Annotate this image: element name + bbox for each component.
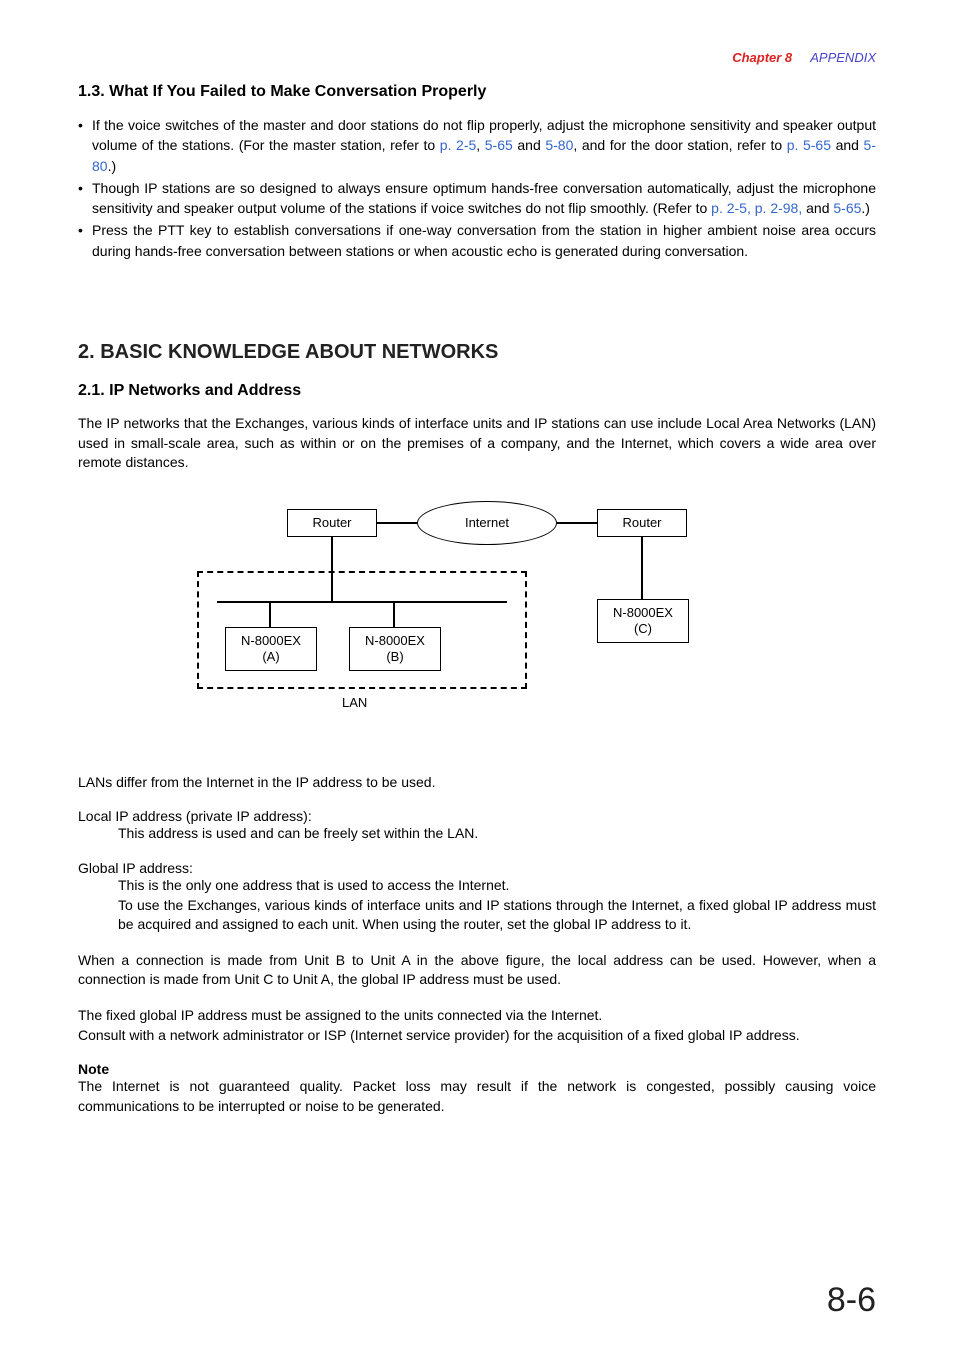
node-c: N-8000EX (C) <box>597 599 689 643</box>
text: .) <box>861 200 870 216</box>
line <box>269 601 271 627</box>
global-ip-desc-1: This is the only one address that is use… <box>78 876 876 896</box>
node-sub: (A) <box>262 649 279 665</box>
bullet-item: Though IP stations are so designed to al… <box>78 178 876 219</box>
line <box>641 537 643 599</box>
chapter-label: Chapter 8 <box>732 50 792 65</box>
bullet-item: Press the PTT key to establish conversat… <box>78 220 876 261</box>
lan-label: LAN <box>342 695 367 710</box>
section-1-3-title: 1.3. What If You Failed to Make Conversa… <box>78 83 876 101</box>
text: The fixed global IP address must be assi… <box>78 1007 602 1023</box>
note-label: Note <box>78 1061 876 1077</box>
page-link[interactable]: 5-65 <box>833 200 861 216</box>
section-2-title: 2. BASIC KNOWLEDGE ABOUT NETWORKS <box>78 341 876 364</box>
bullet-list-1-3: If the voice switches of the master and … <box>78 115 876 261</box>
page-link[interactable]: p. 5-65 <box>787 137 831 153</box>
appendix-label: APPENDIX <box>810 50 876 65</box>
node-a: N-8000EX (A) <box>225 627 317 671</box>
text: Consult with a network administrator or … <box>78 1027 800 1043</box>
line <box>557 522 597 524</box>
local-ip-term: Local IP address (private IP address): <box>78 808 876 824</box>
global-ip-desc-2: To use the Exchanges, various kinds of i… <box>78 896 876 935</box>
text: Press the PTT key to establish conversat… <box>92 222 876 258</box>
node-sub: (B) <box>386 649 403 665</box>
fixed-ip-paragraph: The fixed global IP address must be assi… <box>78 1006 876 1045</box>
text: , and for the door station, refer to <box>573 137 786 153</box>
bullet-item: If the voice switches of the master and … <box>78 115 876 176</box>
router-right: Router <box>597 509 687 537</box>
internet-oval: Internet <box>417 501 557 545</box>
page-link[interactable]: 5-65 <box>485 137 513 153</box>
note-text: The Internet is not guaranteed quality. … <box>78 1077 876 1116</box>
page-link[interactable]: p. 2-5, <box>711 200 751 216</box>
global-ip-block: Global IP address: This is the only one … <box>78 860 876 935</box>
node-label: N-8000EX <box>241 633 301 649</box>
header-spacer <box>796 50 807 65</box>
text: and <box>831 137 864 153</box>
node-label: N-8000EX <box>365 633 425 649</box>
text: and <box>513 137 546 153</box>
page-link[interactable]: 5-80 <box>545 137 573 153</box>
lan-diff-paragraph: LANs differ from the Internet in the IP … <box>78 773 876 793</box>
local-ip-block: Local IP address (private IP address): T… <box>78 808 876 844</box>
node-sub: (C) <box>634 621 652 637</box>
line <box>393 601 395 627</box>
intro-paragraph: The IP networks that the Exchanges, vari… <box>78 414 876 473</box>
page-header: Chapter 8 APPENDIX <box>78 50 876 65</box>
line <box>217 601 507 603</box>
text: and <box>802 200 833 216</box>
page-link[interactable]: p. 2-5 <box>440 137 477 153</box>
page-link[interactable]: p. 2-98, <box>755 200 802 216</box>
node-b: N-8000EX (B) <box>349 627 441 671</box>
network-diagram: Router Internet Router N-8000EX (A) N-80… <box>197 503 757 743</box>
text: , <box>476 137 484 153</box>
local-ip-desc: This address is used and can be freely s… <box>78 824 876 844</box>
text: .) <box>108 158 117 174</box>
connection-paragraph: When a connection is made from Unit B to… <box>78 951 876 990</box>
page-number: 8-6 <box>827 1281 876 1320</box>
global-ip-term: Global IP address: <box>78 860 876 876</box>
router-left: Router <box>287 509 377 537</box>
node-label: N-8000EX <box>613 605 673 621</box>
section-2-1-title: 2.1. IP Networks and Address <box>78 382 876 400</box>
line <box>377 522 417 524</box>
